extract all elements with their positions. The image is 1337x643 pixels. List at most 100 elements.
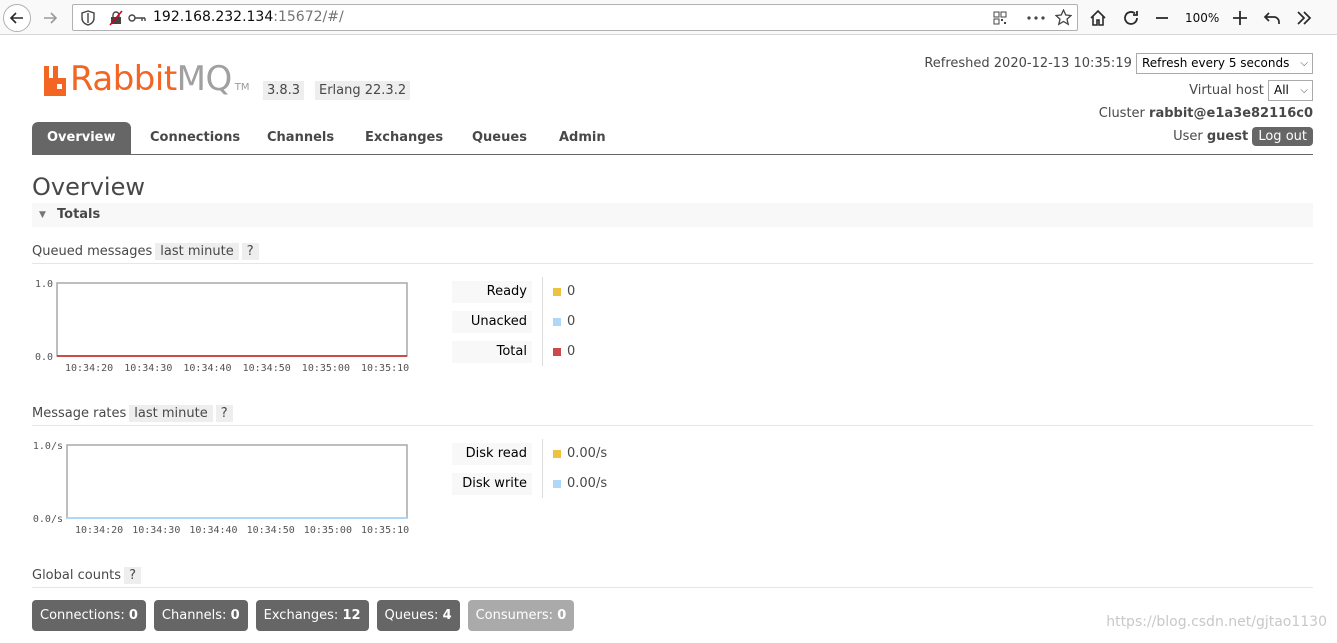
- legend-value: 0.00/s: [567, 476, 608, 491]
- shield-icon: [81, 10, 95, 26]
- vhost-label: Virtual host: [1189, 83, 1264, 98]
- insecure-lock-icon: [109, 10, 123, 26]
- global-counts: Connections: 0 Channels: 0 Exchanges: 12…: [32, 600, 575, 631]
- x-tick-label: 10:34:40: [183, 363, 231, 374]
- global-help-button[interactable]: ?: [124, 567, 141, 584]
- legend-value: 0: [567, 314, 576, 329]
- url-host: 192.168.232.134: [153, 9, 274, 25]
- logo-text: RabbitMQ: [70, 59, 232, 99]
- triangle-down-icon: ▼: [39, 210, 46, 220]
- queued-messages-label: Queued messages: [32, 244, 153, 259]
- divider: [32, 425, 1313, 426]
- queued-range-selector[interactable]: last minute: [155, 243, 239, 260]
- legend-label: Disk write: [452, 473, 532, 495]
- cluster-label: Cluster: [1098, 106, 1145, 121]
- legend-divider: [542, 277, 543, 366]
- channels-count-button[interactable]: Channels: 0: [153, 600, 248, 631]
- browser-toolbar: 192.168.232.134:15672/#/ 100%: [0, 0, 1337, 35]
- qr-code-icon[interactable]: [993, 11, 1007, 25]
- x-tick-label: 10:34:40: [189, 525, 237, 536]
- x-tick-label: 10:34:20: [65, 363, 113, 374]
- rabbitmq-logo[interactable]: RabbitMQ TM: [42, 62, 250, 98]
- overflow-menu-button[interactable]: [1296, 0, 1312, 35]
- totals-section-toggle[interactable]: ▼ Totals: [32, 203, 1313, 227]
- reload-button[interactable]: [1122, 0, 1140, 35]
- undo-icon: [1263, 11, 1280, 24]
- refresh-area: Refreshed 2020-12-13 10:35:19 Refresh ev…: [924, 53, 1313, 74]
- minus-icon: [1156, 16, 1168, 19]
- zoom-in-button[interactable]: [1232, 0, 1248, 35]
- x-tick-label: 10:35:10: [361, 525, 409, 536]
- legend-swatch: [553, 450, 561, 458]
- zoom-level[interactable]: 100%: [1185, 0, 1219, 35]
- cluster-name: rabbit@e1a3e82116c0: [1149, 106, 1313, 121]
- legend-swatch: [553, 318, 561, 326]
- plus-icon: [1233, 10, 1247, 25]
- rabbitmq-logo-icon: [44, 66, 66, 96]
- legend-value: 0: [567, 284, 576, 299]
- url-text: 192.168.232.134:15672/#/: [153, 9, 344, 25]
- queued-messages-header: Queued messages last minute?: [32, 243, 259, 260]
- tab-connections[interactable]: Connections: [150, 122, 240, 154]
- bookmark-star-icon[interactable]: [1055, 9, 1072, 26]
- back-button[interactable]: [3, 4, 31, 32]
- chevron-down-icon: ⌵: [1300, 85, 1308, 96]
- y-tick-label: 0.0/s: [33, 514, 63, 525]
- arrow-left-icon: [9, 12, 23, 24]
- forward-button[interactable]: [36, 4, 64, 32]
- refresh-interval-select[interactable]: Refresh every 5 seconds ⌵: [1136, 53, 1313, 74]
- x-tick-label: 10:34:50: [243, 363, 291, 374]
- x-tick-label: 10:34:30: [124, 363, 172, 374]
- refreshed-timestamp: Refreshed 2020-12-13 10:35:19: [924, 56, 1132, 71]
- queues-count-button[interactable]: Queues: 4: [376, 600, 460, 631]
- legend-label: Disk read: [452, 443, 532, 465]
- more-options-icon[interactable]: [1027, 16, 1045, 20]
- x-tick-label: 10:35:10: [361, 363, 409, 374]
- legend-swatch: [553, 480, 561, 488]
- legend-label: Ready: [452, 281, 532, 303]
- legend-label: Unacked: [452, 311, 532, 333]
- exchanges-count-button[interactable]: Exchanges: 12: [255, 600, 369, 631]
- divider: [32, 263, 1313, 264]
- erlang-version-badge: Erlang 22.3.2: [315, 81, 411, 100]
- reload-icon: [1124, 10, 1138, 25]
- arrow-right-icon: [44, 12, 58, 24]
- cluster-info: Cluster rabbit@e1a3e82116c0: [1099, 106, 1313, 121]
- message-rates-chart: 0.0/s 1.0/s 10:34:20 10:34:30 10:34:40 10:34:…: [33, 441, 409, 536]
- vhost-area: Virtual host All ⌵: [1189, 80, 1313, 101]
- home-icon: [1090, 9, 1106, 26]
- watermark-text: https://blog.csdn.net/gjtao1130: [1106, 614, 1327, 630]
- rabbitmq-version-badge: 3.8.3: [263, 81, 305, 100]
- y-tick-label: 1.0/s: [33, 441, 63, 452]
- tab-queues[interactable]: Queues: [472, 122, 527, 154]
- rates-help-button[interactable]: ?: [215, 405, 233, 422]
- divider: [32, 587, 1313, 588]
- tab-admin[interactable]: Admin: [559, 122, 606, 154]
- consumers-count-button: Consumers: 0: [467, 600, 575, 631]
- key-icon: [128, 14, 146, 22]
- x-tick-label: 10:34:30: [132, 525, 180, 536]
- connections-count-button[interactable]: Connections: 0: [32, 600, 146, 631]
- tab-channels[interactable]: Channels: [267, 122, 334, 154]
- legend-swatch: [553, 348, 561, 356]
- y-tick-label: 1.0: [35, 279, 53, 290]
- address-bar[interactable]: 192.168.232.134:15672/#/: [72, 4, 1078, 31]
- chevron-double-right-icon: [1297, 10, 1312, 25]
- message-rates-label: Message rates: [32, 406, 127, 421]
- global-counts-header: Global counts?: [32, 567, 141, 584]
- home-button[interactable]: [1089, 0, 1107, 35]
- message-rates-header: Message rates last minute?: [32, 405, 233, 422]
- queued-help-button[interactable]: ?: [241, 243, 259, 260]
- legend-divider: [542, 439, 543, 498]
- rates-range-selector[interactable]: last minute: [129, 405, 213, 422]
- legend-value: 0.00/s: [567, 446, 608, 461]
- tab-exchanges[interactable]: Exchanges: [365, 122, 443, 154]
- undo-close-tab-button[interactable]: [1263, 0, 1281, 35]
- page-title: Overview: [32, 173, 145, 201]
- zoom-out-button[interactable]: [1155, 0, 1169, 35]
- vhost-select[interactable]: All ⌵: [1268, 80, 1313, 101]
- legend-label: Total: [452, 341, 532, 363]
- tab-overview[interactable]: Overview: [32, 122, 131, 154]
- plot-area: [56, 282, 408, 357]
- url-path: :15672/#/: [273, 9, 344, 25]
